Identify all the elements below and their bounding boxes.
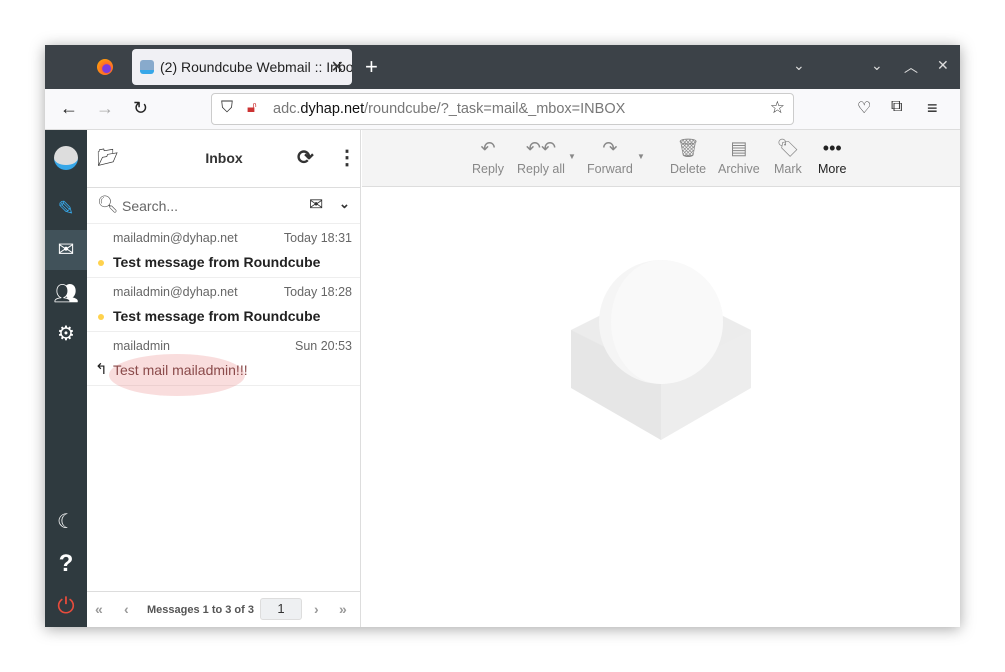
more-label: More [818, 162, 847, 176]
prev-page-icon[interactable]: ‹ [124, 601, 129, 617]
roundcube-logo [45, 138, 87, 178]
new-tab-button[interactable]: + [365, 54, 378, 80]
reply-all-label: Reply all [517, 162, 565, 176]
refresh-icon[interactable]: ⟳ [297, 145, 314, 170]
message-date: Sun 20:53 [295, 339, 352, 353]
forward-label: Forward [587, 162, 633, 176]
forward-icon: ↷ [602, 138, 618, 158]
archive-button[interactable]: ▤ Archive [718, 138, 760, 176]
last-page-icon[interactable]: » [339, 601, 347, 617]
search-bar[interactable]: 🔍︎ Search... ✉ ⌄ [87, 188, 360, 224]
minimize-icon[interactable]: ⌄ [871, 57, 883, 74]
message-count: Messages 1 to 3 of 3 [147, 604, 254, 616]
pocket-icon[interactable]: ♡ [857, 98, 871, 118]
delete-label: Delete [670, 162, 707, 176]
message-from: mailadmin@dyhap.net [113, 285, 238, 299]
message-subject: Test mail mailadmin!!! [113, 362, 248, 378]
close-window-icon[interactable]: ✕ [937, 57, 949, 74]
maximize-icon[interactable]: ︿ [904, 57, 918, 77]
compose-icon[interactable]: ✎ [45, 189, 87, 229]
contacts-icon[interactable]: 👥︎ [45, 274, 87, 314]
app-sidebar: ✎ ✉ 👥︎ ⚙ ☾ ? ⏻ [45, 130, 87, 627]
envelope-filter-icon[interactable]: ✉ [309, 195, 323, 215]
message-date: Today 18:28 [283, 285, 352, 299]
message-subject: Test message from Roundcube [113, 254, 321, 270]
message-date: Today 18:31 [283, 231, 352, 245]
pagination: « ‹ Messages 1 to 3 of 3 1 › » [87, 591, 361, 627]
firefox-icon [97, 59, 113, 75]
settings-icon[interactable]: ⚙ [45, 314, 87, 354]
reply-icon: ↶ [480, 138, 496, 158]
insecure-lock-icon[interactable]: 🔓︎ [247, 99, 257, 116]
search-icon: 🔍︎ [97, 195, 119, 214]
forward-button[interactable]: ↷ Forward [587, 138, 633, 176]
mark-button[interactable]: 🏷︎ Mark [774, 138, 802, 176]
unread-dot-icon [98, 260, 104, 266]
list-header: 📂︎ Inbox ⟳ ⋮ [87, 130, 360, 188]
mail-icon[interactable]: ✉ [45, 230, 87, 270]
reply-all-button[interactable]: ↶↶ Reply all [517, 138, 565, 176]
chevron-down-icon[interactable]: ⌄ [339, 196, 350, 212]
logout-icon[interactable]: ⏻ [45, 586, 87, 626]
shield-icon[interactable]: ⛉ [221, 99, 233, 117]
browser-window: (2) Roundcube Webmail :: Inbox ✕ + ⌄ ⌄ ︿ … [45, 45, 960, 627]
tab-list-icon[interactable]: ⌄ [793, 57, 805, 74]
folder-title: Inbox [205, 150, 243, 166]
unread-dot-icon [98, 314, 104, 320]
back-icon[interactable]: ← [60, 98, 78, 119]
message-from: mailadmin [113, 339, 170, 353]
nav-bar: ← → ↻ ⛉ 🔓︎ adc.dyhap.net/roundcube/?_tas… [45, 89, 960, 130]
message-row[interactable]: mailadmin Sun 20:53 ↰ Test mail mailadmin… [87, 332, 360, 396]
reply-all-dropdown-icon[interactable]: ▼ [568, 152, 576, 161]
forward-dropdown-icon[interactable]: ▼ [637, 152, 645, 161]
message-subject: Test message from Roundcube [113, 308, 321, 324]
message-from: mailadmin@dyhap.net [113, 231, 238, 245]
more-button[interactable]: ••• More [818, 138, 846, 176]
message-toolbar: ↶ Reply ↶↶ Reply all ▼ ↷ Forward ▼ 🗑︎ Delete… [362, 130, 960, 187]
more-icon: ••• [822, 138, 842, 158]
url-bar[interactable]: ⛉ 🔓︎ adc.dyhap.net/roundcube/?_task=mail… [211, 93, 794, 125]
menu-icon[interactable]: ≡ [927, 98, 938, 119]
url-prefix: adc. [273, 101, 301, 117]
url-domain: dyhap.net [300, 101, 365, 117]
title-bar: (2) Roundcube Webmail :: Inbox ✕ + ⌄ ⌄ ︿ … [45, 45, 960, 89]
reply-all-icon: ↶↶ [525, 138, 557, 158]
browser-tab[interactable]: (2) Roundcube Webmail :: Inbox ✕ [132, 49, 352, 85]
message-preview: ↶ Reply ↶↶ Reply all ▼ ↷ Forward ▼ 🗑︎ Delete… [362, 130, 960, 627]
roundcube-watermark-logo [571, 260, 751, 440]
tag-icon: 🏷︎ [776, 138, 800, 158]
dark-mode-icon[interactable]: ☾ [45, 502, 87, 542]
url-path: /roundcube/?_task=mail&_mbox=INBOX [364, 101, 626, 117]
page-input[interactable]: 1 [260, 598, 302, 620]
next-page-icon[interactable]: › [314, 601, 319, 617]
forward-nav-icon[interactable]: → [96, 98, 114, 119]
archive-label: Archive [718, 162, 760, 176]
list-options-icon[interactable]: ⋮ [337, 145, 357, 170]
delete-button[interactable]: 🗑︎ Delete [670, 138, 706, 176]
replied-icon: ↰ [95, 361, 108, 378]
search-input[interactable]: Search... [122, 198, 178, 214]
mark-label: Mark [774, 162, 802, 176]
reply-button[interactable]: ↶ Reply [472, 138, 504, 176]
help-icon[interactable]: ? [45, 544, 87, 584]
archive-icon: ▤ [730, 138, 748, 158]
reload-icon[interactable]: ↻ [133, 98, 148, 119]
reply-label: Reply [472, 162, 504, 176]
close-tab-icon[interactable]: ✕ [331, 57, 344, 77]
bookmark-star-icon[interactable]: ☆ [770, 98, 785, 118]
message-row[interactable]: mailadmin@dyhap.net Today 18:28 Test messa… [87, 278, 360, 332]
first-page-icon[interactable]: « [95, 601, 103, 617]
extensions-icon[interactable]: ⧉ [891, 98, 902, 116]
tab-title: (2) Roundcube Webmail :: Inbox [160, 59, 352, 75]
message-row[interactable]: mailadmin@dyhap.net Today 18:31 Test messa… [87, 224, 360, 278]
trash-icon: 🗑︎ [676, 138, 700, 158]
message-list-panel: 📂︎ Inbox ⟳ ⋮ 🔍︎ Search... ✉ ⌄ mailadmin@… [87, 130, 361, 627]
roundcube-favicon [140, 60, 154, 74]
